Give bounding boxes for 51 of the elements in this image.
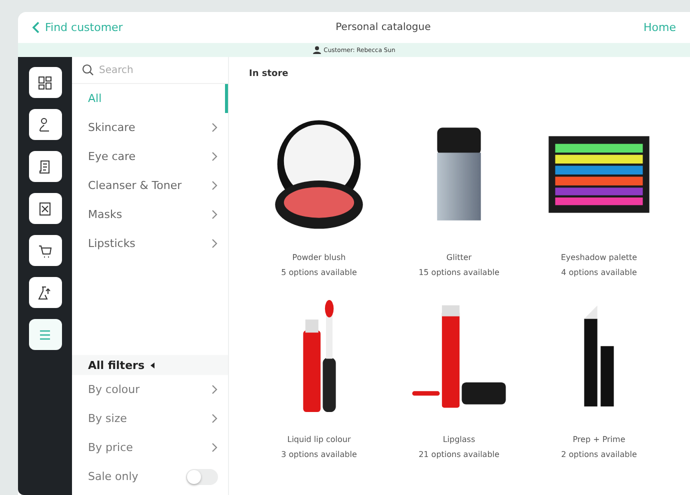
product-card[interactable]: Eyeshadow palette 4 options available (529, 99, 669, 277)
options-count: 15 options available (418, 268, 500, 277)
filters-header[interactable]: All filters (72, 355, 228, 375)
category-item[interactable]: Cleanser & Toner (72, 171, 228, 200)
product-card[interactable]: Prep + Prime 2 options available (529, 281, 669, 459)
nav-button[interactable] (28, 319, 62, 350)
product-card[interactable]: Glitter 15 options available (389, 99, 529, 277)
chevron-right-icon (211, 180, 218, 191)
caret-icon (150, 362, 154, 368)
chevron-right-icon (211, 238, 218, 249)
options-count: 21 options available (418, 450, 500, 459)
options-count: 4 options available (561, 268, 637, 277)
nav-button[interactable] (28, 151, 62, 182)
nav-button[interactable] (28, 67, 62, 98)
product-name: Lipglass (442, 435, 476, 444)
toggle-label: Sale only (88, 470, 138, 483)
nav-button[interactable] (28, 193, 62, 224)
product-name: Powder blush (292, 253, 346, 262)
filter-item[interactable]: By size (72, 404, 228, 433)
product-name: Eyeshadow palette (560, 253, 638, 262)
product-card[interactable]: Liquid lip colour 3 options available (249, 281, 389, 459)
product-card[interactable]: Powder blush 5 options available (249, 99, 389, 277)
category-item[interactable]: Skincare (72, 113, 228, 142)
back-chevron-icon (32, 21, 40, 34)
toggle-switch[interactable] (186, 468, 218, 484)
options-count: 3 options available (281, 450, 357, 459)
category-item[interactable]: Eye care (72, 142, 228, 171)
chevron-right-icon (211, 151, 218, 162)
chevron-right-icon (211, 413, 218, 424)
chevron-right-icon (211, 122, 218, 133)
filter-item[interactable]: By price (72, 433, 228, 462)
search-icon (82, 64, 94, 76)
product-card[interactable]: Lipglass 21 options available (389, 281, 529, 459)
filter-item[interactable]: By colour (72, 375, 228, 404)
nav-button[interactable] (28, 109, 62, 140)
person-icon (312, 46, 321, 54)
page-title: Personal catalogue (336, 22, 431, 33)
category-item[interactable]: Masks (72, 200, 228, 229)
product-name: Prep + Prime (572, 435, 626, 444)
options-count: 2 options available (561, 450, 637, 459)
chevron-right-icon (211, 384, 218, 395)
options-count: 5 options available (281, 268, 357, 277)
nav-button[interactable] (28, 277, 62, 308)
product-name: Liquid lip colour (287, 435, 351, 444)
section-title: In store (249, 69, 290, 79)
chevron-right-icon (211, 442, 218, 453)
dashboard-icon (36, 74, 54, 92)
product-name: Glitter (446, 253, 472, 262)
nav-button[interactable] (28, 235, 62, 266)
chevron-right-icon (211, 209, 218, 220)
category-item[interactable]: Lipsticks (72, 229, 228, 258)
